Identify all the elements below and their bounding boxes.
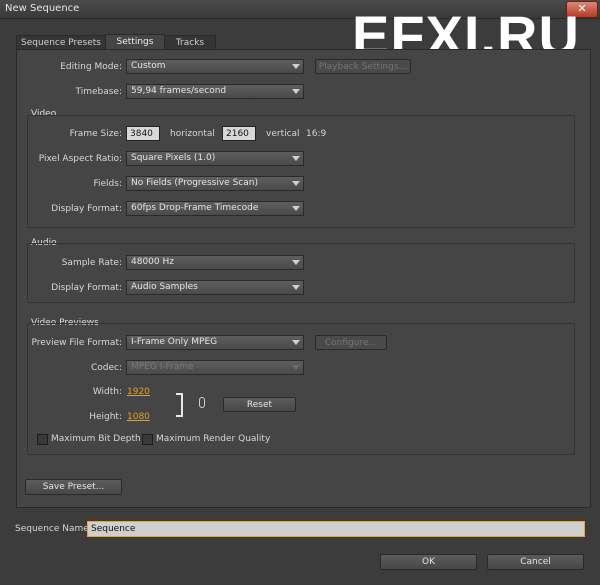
cancel-button[interactable]: Cancel: [487, 554, 584, 570]
chevron-down-icon: [292, 285, 300, 290]
fields-label: Fields:: [93, 179, 123, 189]
sample-rate-dropdown[interactable]: 48000 Hz: [126, 255, 304, 270]
preview-width-value[interactable]: 1920: [127, 387, 150, 397]
chain-link-icon[interactable]: [199, 397, 205, 408]
ok-button[interactable]: OK: [380, 554, 477, 570]
timebase-label: Timebase:: [75, 87, 122, 97]
constrain-bracket: [176, 393, 183, 417]
chevron-down-icon: [292, 64, 300, 69]
fields-value: No Fields (Progressive Scan): [131, 178, 258, 188]
chevron-down-icon: [292, 181, 300, 186]
chevron-down-icon: [292, 260, 300, 265]
pixel-aspect-label: Pixel Aspect Ratio:: [38, 154, 122, 164]
frame-width-input[interactable]: 3840: [126, 126, 160, 141]
chevron-down-icon: [292, 89, 300, 94]
timebase-dropdown[interactable]: 59,94 frames/second: [126, 84, 304, 99]
preview-height-value[interactable]: 1080: [127, 412, 150, 422]
frame-size-label: Frame Size:: [69, 129, 122, 139]
video-display-format-label: Display Format:: [51, 204, 122, 214]
playback-settings-button[interactable]: Playback Settings...: [315, 59, 411, 74]
configure-button[interactable]: Configure...: [315, 335, 387, 350]
audio-display-format-label: Display Format:: [51, 283, 122, 293]
max-render-quality-checkbox[interactable]: [142, 434, 153, 445]
save-preset-button[interactable]: Save Preset...: [25, 479, 122, 495]
chevron-down-icon: [292, 206, 300, 211]
reset-button[interactable]: Reset: [223, 397, 296, 412]
codec-label: Codec:: [90, 363, 122, 373]
pixel-aspect-value: Square Pixels (1.0): [131, 153, 216, 163]
tab-sequence-presets[interactable]: Sequence Presets: [16, 35, 106, 50]
sequence-name-input[interactable]: Sequence: [87, 521, 585, 537]
audio-display-format-value: Audio Samples: [131, 282, 198, 292]
preview-width-label: Width:: [92, 387, 122, 397]
tab-tracks[interactable]: Tracks: [164, 35, 216, 50]
preview-file-format-value: I-Frame Only MPEG: [131, 337, 218, 347]
aspect-ratio-text: 16:9: [306, 129, 327, 139]
fields-dropdown[interactable]: No Fields (Progressive Scan): [126, 176, 304, 191]
pixel-aspect-dropdown[interactable]: Square Pixels (1.0): [126, 151, 304, 166]
chevron-down-icon: [292, 365, 300, 370]
sequence-name-label: Sequence Name:: [15, 524, 92, 534]
sample-rate-label: Sample Rate:: [61, 258, 122, 268]
window-title: New Sequence: [5, 3, 80, 14]
vertical-label: vertical: [266, 129, 300, 139]
preview-file-format-label: Preview File Format:: [31, 338, 122, 348]
horizontal-label: horizontal: [170, 129, 215, 139]
timebase-value: 59,94 frames/second: [131, 86, 227, 96]
max-render-quality-label: Maximum Render Quality: [156, 434, 271, 444]
preview-file-format-dropdown[interactable]: I-Frame Only MPEG: [126, 335, 304, 350]
frame-height-input[interactable]: 2160: [222, 126, 256, 141]
codec-value: MPEG I-Frame: [131, 362, 194, 372]
editing-mode-label: Editing Mode:: [60, 62, 122, 72]
max-bit-depth-checkbox[interactable]: [37, 434, 48, 445]
max-bit-depth-label: Maximum Bit Depth: [51, 434, 141, 444]
video-display-format-value: 60fps Drop-Frame Timecode: [131, 203, 259, 213]
tab-settings[interactable]: Settings: [105, 34, 165, 50]
editing-mode-dropdown[interactable]: Custom: [126, 59, 304, 74]
chevron-down-icon: [292, 156, 300, 161]
video-display-format-dropdown[interactable]: 60fps Drop-Frame Timecode: [126, 201, 304, 216]
audio-display-format-dropdown[interactable]: Audio Samples: [126, 280, 304, 295]
preview-height-label: Height:: [89, 412, 122, 422]
codec-dropdown[interactable]: MPEG I-Frame: [126, 360, 304, 375]
chevron-down-icon: [292, 340, 300, 345]
sample-rate-value: 48000 Hz: [131, 257, 174, 267]
editing-mode-value: Custom: [131, 61, 166, 71]
